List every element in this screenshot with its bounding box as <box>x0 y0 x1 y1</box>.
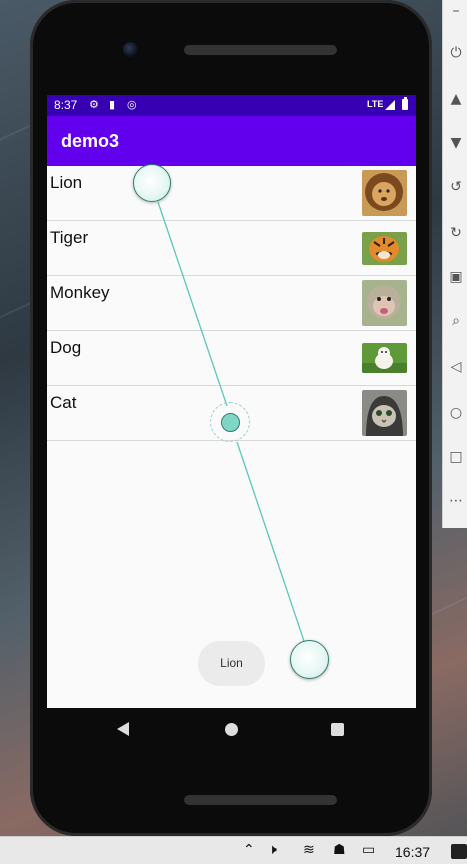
wifi-icon[interactable]: ≋ <box>303 842 315 858</box>
home-button[interactable] <box>225 723 238 736</box>
rotate-left-icon[interactable]: ↺ <box>447 178 465 196</box>
battery-tray-icon[interactable]: ▭ <box>362 842 375 858</box>
tray-app-icon[interactable]: ☗ <box>333 842 346 858</box>
back-button[interactable] <box>117 722 129 736</box>
touch-midpoint <box>221 413 240 432</box>
home-icon[interactable]: ○ <box>447 404 465 422</box>
touch-point-start <box>133 164 171 202</box>
desktop-taskbar: ⌃ 🕨 ≋ ☗ ▭ 16:37 <box>0 836 467 864</box>
chevron-up-icon[interactable]: ⌃ <box>243 842 255 858</box>
device-screen: 8:37 ⚙ ▮ ◎ LTE demo3 Lion Tiger Monkey D… <box>47 95 416 708</box>
recents-button[interactable] <box>331 723 344 736</box>
emulator-toolbar: – ⏻ ▲ ▼ ↺ ↻ ▣ ⌕ ◁ ○ □ ⋯ <box>442 0 467 528</box>
bottom-speaker <box>184 795 337 805</box>
front-camera <box>123 42 138 57</box>
zoom-icon[interactable]: ⌕ <box>447 312 465 330</box>
volume-up-icon[interactable]: ▲ <box>447 90 465 108</box>
power-icon[interactable]: ⏻ <box>447 44 465 62</box>
speaker-muted-icon[interactable]: 🕨 <box>268 842 277 858</box>
touch-point-end <box>290 640 329 679</box>
screenshot-icon[interactable]: ▣ <box>447 268 465 286</box>
more-icon[interactable]: ⋯ <box>447 492 465 510</box>
navigation-bar <box>47 708 416 753</box>
volume-down-icon[interactable]: ▼ <box>447 134 465 152</box>
top-speaker <box>184 45 337 55</box>
overview-icon[interactable]: □ <box>447 448 465 466</box>
taskbar-clock[interactable]: 16:37 <box>395 844 430 860</box>
notification-icon[interactable] <box>451 844 467 859</box>
minimize-icon[interactable]: – <box>447 2 465 20</box>
back-icon[interactable]: ◁ <box>447 358 465 376</box>
rotate-right-icon[interactable]: ↻ <box>447 224 465 242</box>
